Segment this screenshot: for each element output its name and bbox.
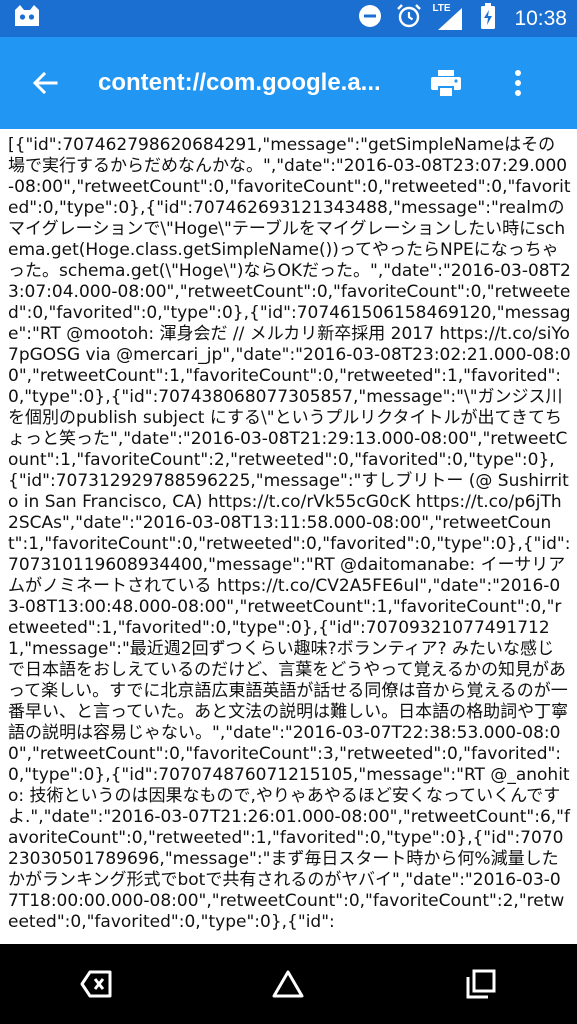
status-time: 10:38 (514, 6, 567, 30)
json-content-text: [{"id":707462798620684291,"message":"get… (8, 135, 571, 932)
more-vert-icon (515, 70, 521, 96)
print-button[interactable] (420, 37, 472, 129)
print-icon (431, 70, 461, 96)
do-not-disturb-icon (358, 4, 382, 33)
status-right: LTE 10:38 (358, 3, 567, 34)
content-area[interactable]: [{"id":707462798620684291,"message":"get… (0, 129, 577, 944)
nav-recents-button[interactable] (441, 944, 521, 1024)
status-left (12, 4, 42, 33)
nav-back-button[interactable] (56, 944, 136, 1024)
status-bar: LTE 10:38 (0, 0, 577, 37)
cat-notification-icon (12, 4, 42, 33)
page-title: content://com.google.a... (98, 69, 381, 96)
nav-home-button[interactable] (248, 944, 328, 1024)
more-options-button[interactable] (496, 37, 540, 129)
home-nav-icon (272, 970, 304, 998)
navigation-bar (0, 944, 577, 1024)
back-button[interactable] (0, 37, 90, 129)
recents-nav-icon (466, 969, 496, 999)
cellular-signal-icon: LTE (432, 3, 466, 32)
back-nav-icon (80, 970, 112, 998)
app-bar: content://com.google.a... (0, 37, 577, 129)
alarm-icon (396, 3, 422, 34)
back-arrow-icon (32, 71, 58, 95)
battery-charging-icon (480, 3, 496, 34)
network-type-label: LTE (432, 2, 451, 14)
